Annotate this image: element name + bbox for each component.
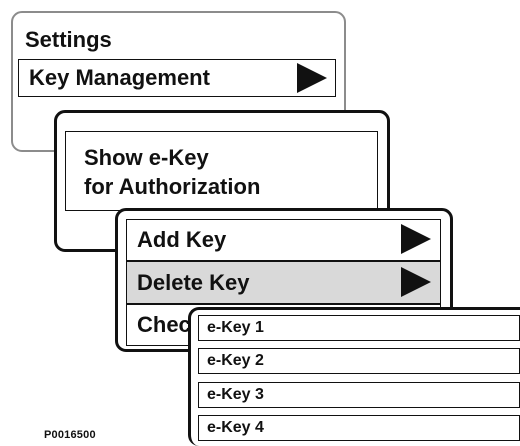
ekey-item-label: e-Key 4 <box>207 419 264 436</box>
ekey-item-label: e-Key 1 <box>207 319 264 336</box>
key-management-item[interactable]: Key Management <box>18 59 336 97</box>
add-key-item[interactable]: Add Key <box>126 219 441 261</box>
add-key-label: Add Key <box>137 227 227 252</box>
ekey-item-4[interactable]: e-Key 4 <box>198 415 520 441</box>
chevron-right-icon <box>401 224 431 254</box>
figure-id: P0016500 <box>44 429 96 441</box>
show-ekey-item[interactable]: Show e-Key for Authorization <box>65 131 378 211</box>
delete-key-item[interactable]: Delete Key <box>126 261 441 304</box>
check-key-label: Chec <box>137 312 191 337</box>
settings-title: Settings <box>25 27 112 52</box>
chevron-right-icon <box>297 63 327 93</box>
ekey-item-3[interactable]: e-Key 3 <box>198 382 520 408</box>
key-management-label: Key Management <box>29 65 210 90</box>
show-ekey-label-line1: Show e-Key <box>84 145 209 170</box>
ekey-item-label: e-Key 3 <box>207 386 264 403</box>
ekey-item-2[interactable]: e-Key 2 <box>198 348 520 374</box>
ekey-item-1[interactable]: e-Key 1 <box>198 315 520 341</box>
delete-key-label: Delete Key <box>137 269 250 295</box>
ekey-item-label: e-Key 2 <box>207 352 264 369</box>
show-ekey-label-line2: for Authorization <box>84 174 261 199</box>
chevron-right-icon <box>401 267 431 297</box>
ekey-list-panel: e-Key 1 e-Key 2 e-Key 3 e-Key 4 <box>188 307 520 446</box>
